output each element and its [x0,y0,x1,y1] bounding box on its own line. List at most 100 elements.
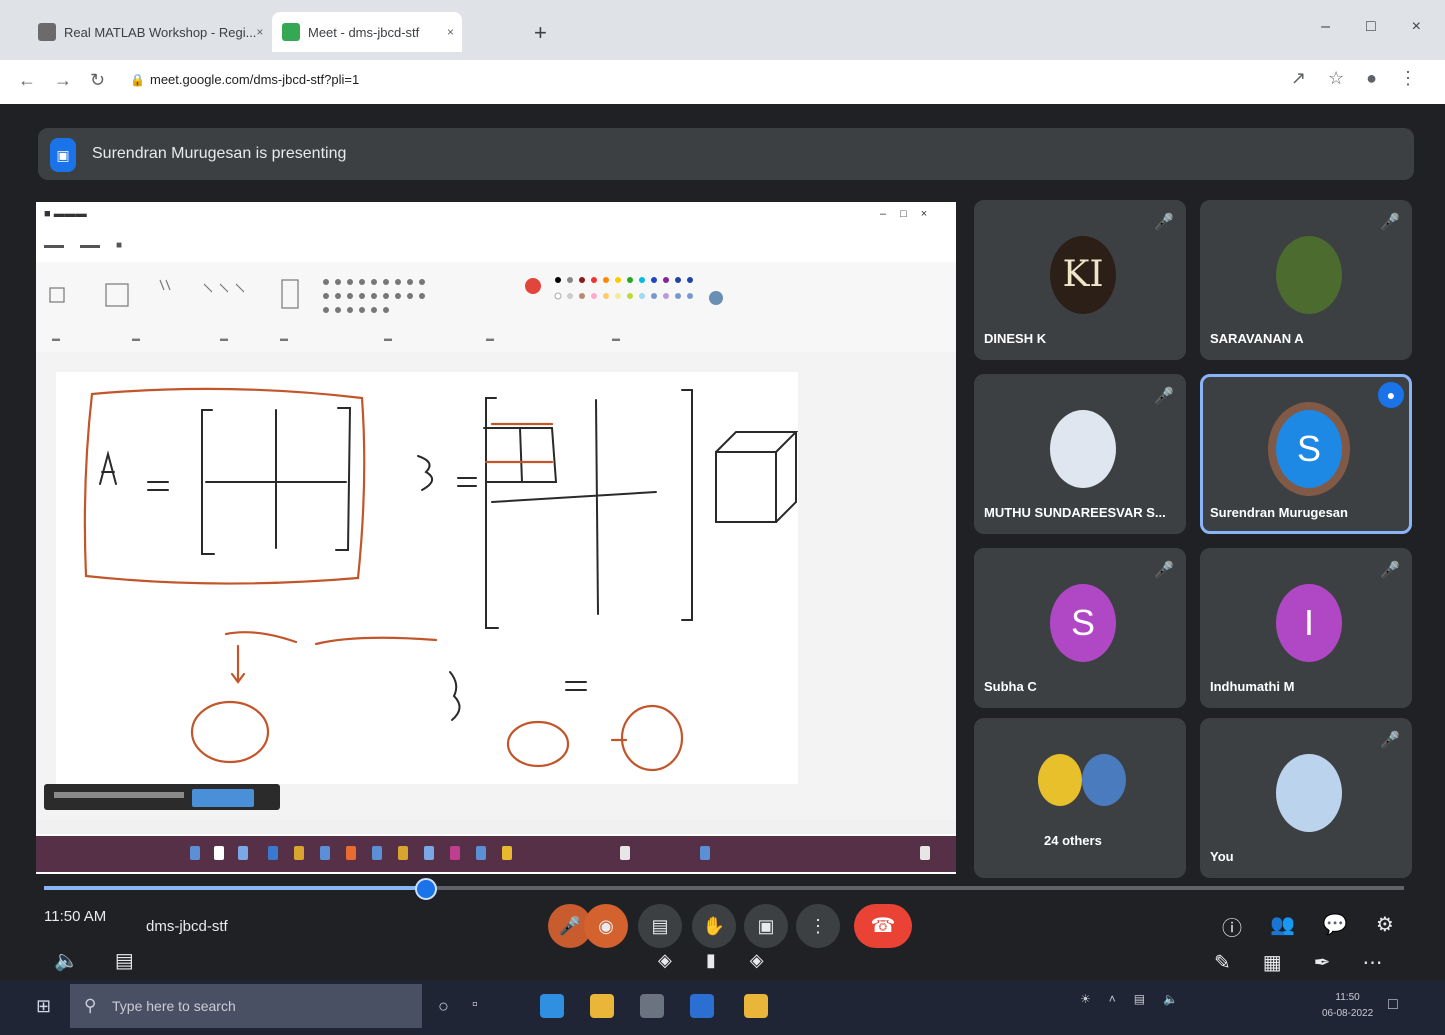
weather-icon[interactable]: ☀ [1080,992,1091,1006]
tab-close-icon[interactable]: × [256,25,263,39]
nav-buttons: ← → ↻ [18,70,105,91]
participant-avatar: I [1276,584,1342,662]
participant-name: SARAVANAN A [1210,331,1304,346]
taskbar-app-store[interactable] [640,994,664,1018]
participant-tile[interactable]: 🎤 I Indhumathi M [1200,548,1412,708]
taskbar-app-chrome[interactable] [744,994,768,1018]
more-icon[interactable]: ⋯ [1362,950,1382,975]
shared-windows-taskbar [36,836,956,872]
participant-avatar: S [1276,410,1342,488]
participant-avatar: KI [1050,236,1116,314]
leave-call-button[interactable]: ☎ [854,904,912,948]
share-icon[interactable]: ↗ [1291,68,1306,89]
taskbar-app-mail[interactable] [690,994,714,1018]
camera-button[interactable]: ◉ [584,904,628,948]
tab-close-icon[interactable]: × [447,25,454,39]
back-arrow-icon[interactable]: ← [18,70,36,91]
mic-muted-icon: 🎤 [1380,214,1400,231]
shared-taskbar-app [920,846,930,860]
paint-status-bar [36,820,956,834]
shared-taskbar-app [268,846,278,860]
star-icon[interactable]: ☆ [1328,68,1344,89]
participant-tile[interactable]: 🎤 SARAVANAN A [1200,200,1412,360]
bulb-icon: ◈ [658,950,672,970]
more-options-button[interactable]: ⋮ [796,904,840,948]
shared-taskbar-app [620,846,630,860]
present-button[interactable]: ▣ [744,904,788,948]
shared-taskbar-app [424,846,434,860]
activities-icon[interactable]: ⚙ [1376,912,1394,941]
windows-start-icon[interactable]: ⊞ [36,996,51,1017]
edit-icon[interactable]: ✒ [1314,950,1331,975]
tab-favicon [38,23,56,41]
pen-icon[interactable]: ✎ [1214,950,1231,975]
shared-taskbar-app [450,846,460,860]
profile-avatar-icon[interactable]: ● [1366,68,1377,89]
network-icon[interactable]: ▤ [1134,992,1145,1006]
new-tab-button[interactable]: + [534,20,547,46]
ribbon-group-label: ▬ [220,334,228,343]
side-controls: ⓘ 👥 💬 ⚙ [1222,912,1394,941]
participant-tile[interactable]: 🎤 S Subha C [974,548,1186,708]
info-icon[interactable]: ⓘ [1222,912,1242,941]
maximize-button[interactable]: □ [1366,18,1376,36]
paint-ribbon-tools [49,277,723,313]
mic-muted-icon: 🎤 [1380,732,1400,749]
participant-avatar [1276,754,1342,832]
clock-date: 06-08-2022 [1322,1008,1374,1019]
ribbon-group-label: ▬ [132,334,140,343]
task-view-icon[interactable]: ▫ [472,996,478,1014]
forward-arrow-icon[interactable]: → [54,70,72,91]
participant-tile-active[interactable]: ● S Surendran Murugesan [1200,374,1412,534]
minimize-button[interactable]: – [1321,18,1330,36]
mic-muted-icon: 🎤 [1154,388,1174,405]
notification-icon[interactable]: □ [1388,996,1398,1014]
mic-muted-icon: 🎤 [1154,562,1174,579]
tab-title: Meet - dms-jbcd-stf [308,24,420,40]
more-menu-icon[interactable]: ⋮ [1399,68,1417,89]
participant-tile[interactable]: 🎤 MUTHU SUNDAREESVAR S... [974,374,1186,534]
self-tile[interactable]: 🎤 You [1200,718,1412,878]
lock-icon[interactable]: 🔒 [130,73,145,87]
player-icons: 🔈 ▤ [54,948,134,973]
meeting-code: dms-jbcd-stf [146,918,228,935]
raise-hand-button[interactable]: ✋ [692,904,736,948]
notification-text [54,792,184,798]
meet-favicon [282,23,300,41]
others-tile[interactable]: 24 others [974,718,1186,878]
shared-taskbar-app [190,846,200,860]
taskbar-clock[interactable]: 11:50 06-08-2022 [1322,990,1373,1022]
people-icon[interactable]: 👥 [1270,912,1295,941]
progress-handle[interactable] [415,878,437,900]
tab-meet[interactable]: Meet - dms-jbcd-stf × [272,12,462,52]
shared-taskbar-app [320,846,330,860]
cortana-icon[interactable]: ○ [438,996,449,1017]
paint-canvas[interactable] [56,372,799,784]
shared-taskbar-app [294,846,304,860]
picture-icon[interactable]: ▦ [1263,950,1282,975]
paint-menu-bar: ▬▬ ▬▬ ■ [44,240,122,251]
flag-icon: ▮ [705,950,716,970]
taskbar-app-edge[interactable] [540,994,564,1018]
url-field[interactable]: meet.google.com/dms-jbcd-stf?pli=1 [150,72,359,87]
captions-button[interactable]: ▤ [638,904,682,948]
reload-icon[interactable]: ↻ [90,70,105,91]
chat-icon[interactable]: 💬 [1323,912,1348,941]
participant-avatar [1050,410,1116,488]
speaker-icon[interactable]: 🔈 [1163,992,1178,1006]
shared-taskbar-app [476,846,486,860]
tab-matlab-workshop[interactable]: Real MATLAB Workshop - Regi... × [28,12,268,52]
participant-avatar [1276,236,1342,314]
taskbar-app-explorer[interactable] [590,994,614,1018]
notification-stop-button[interactable] [192,789,254,807]
up-arrow-icon[interactable]: ˄ [1109,992,1116,1006]
participant-tile[interactable]: 🎤 KI DINESH K [974,200,1186,360]
close-window-button[interactable]: × [1412,18,1421,36]
participant-name: MUTHU SUNDAREESVAR S... [984,505,1166,520]
control-sub-icons: ◈ ▮ ◈ [658,950,764,971]
window-controls: – □ × [1321,18,1421,36]
captions-icon[interactable]: ▤ [115,948,134,973]
participant-name: You [1210,849,1234,864]
volume-icon[interactable]: 🔈 [54,948,79,973]
others-count: 24 others [1044,833,1102,848]
